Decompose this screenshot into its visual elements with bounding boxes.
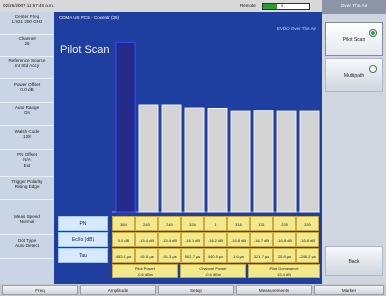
pn-cell: 131 — [250, 216, 273, 231]
pn-cell: 384 — [112, 216, 135, 231]
analyzer-screen: 02/26/2007 11:57:49 a.m. Remote 5 Center… — [0, 0, 386, 296]
pn-cell: 240 — [135, 216, 158, 231]
pilot-scan-button[interactable]: Pilot Scan — [325, 22, 383, 56]
tau-cell: -246.2 µs — [296, 248, 319, 263]
pn-cell: 330 — [296, 216, 319, 231]
softkey-freq[interactable]: Freq — [2, 285, 78, 295]
ecio-cell: 0.0 dB — [112, 232, 135, 247]
bar-pn-240 — [161, 104, 182, 213]
ecio-cell: -16.8 dB — [296, 232, 319, 247]
tau-cell: 321.7 µs — [250, 248, 273, 263]
pilot-scan-graph: CDMA US PCS - Coventr (25) EVDO Over The… — [54, 12, 322, 214]
row-label-ecio: Ec/Io (dB) — [58, 232, 108, 247]
bar-pn-1 — [207, 107, 228, 213]
bar-pn-326 — [184, 107, 205, 213]
param-reference-source[interactable]: Reference Source Int Std Accy — [0, 58, 54, 79]
pn-cell: 240 — [158, 216, 181, 231]
row-label-pn: PN — [58, 216, 108, 231]
ecio-cell: -15.4 dB — [158, 232, 181, 247]
channel-title: CDMA US PCS - Coventr (25) — [59, 15, 120, 20]
parameter-panel: Center Freq 1.931 250 GHz Channel 25 Ref… — [0, 12, 54, 284]
param-channel[interactable]: Channel 25 — [0, 36, 54, 57]
bar-pn-240 — [138, 104, 159, 213]
param-center-freq[interactable]: Center Freq 1.931 250 GHz — [0, 14, 54, 35]
softkey-measurements[interactable]: Measurements — [236, 285, 312, 295]
summary-pilot-power: Pilot Power -0.6 dBm — [112, 264, 178, 278]
pn-table: PN Ec/Io (dB) Tau 384 240 240 326 1 316 131 225… — [54, 214, 322, 284]
softkey-marker[interactable]: Marker — [314, 285, 384, 295]
param-walsh-code[interactable]: Walsh Code 128 — [0, 129, 54, 150]
tau-cell: -91.6 µs — [135, 248, 158, 263]
battery-value: 5 — [281, 3, 284, 8]
param-meas-speed[interactable]: Meas Speed Normal — [0, 214, 54, 235]
status-bar: 02/26/2007 11:57:49 a.m. Remote 5 — [0, 0, 322, 12]
bar-pn-384 — [115, 41, 136, 213]
ecio-cell: -16.1 dB — [181, 232, 204, 247]
tau-cell: 440.9 µs — [204, 248, 227, 263]
tau-cell: -91.3 µs — [158, 248, 181, 263]
tau-cell: 453.1 µs — [112, 248, 135, 263]
ecio-cell: -16.2 dB — [204, 232, 227, 247]
ecio-cell: -16.8 dB — [227, 232, 250, 247]
radio-selected-icon — [369, 29, 377, 37]
tau-cell: 25.8 µs — [273, 248, 296, 263]
pn-cell: 1 — [204, 216, 227, 231]
bar-pn-330 — [299, 110, 320, 213]
multipath-button[interactable]: Multipath — [325, 58, 383, 92]
bars-group — [115, 41, 320, 213]
param-dot-type[interactable]: Dot Type Auto Detect — [0, 238, 54, 259]
datetime-text: 02/26/2007 11:57:49 a.m. — [3, 3, 54, 8]
back-button[interactable]: Back — [325, 246, 383, 276]
softkey-setup[interactable]: Setup — [158, 285, 234, 295]
battery-fill — [263, 4, 277, 9]
radio-unselected-icon — [369, 65, 377, 73]
ecio-cell: -16.8 dB — [273, 232, 296, 247]
battery-indicator: 5 — [262, 3, 310, 10]
bar-pn-131 — [253, 110, 274, 213]
bar-pn-225 — [276, 110, 297, 213]
page-title: Pilot Scan — [60, 44, 110, 56]
softkey-amplitude[interactable]: Amplitude — [80, 285, 156, 295]
param-trigger-polarity[interactable]: Trigger Polarity Rising Edge — [0, 179, 54, 200]
remote-label: Remote — [240, 3, 256, 8]
tau-cell: 502.7 µs — [181, 248, 204, 263]
right-menu: Over The Air Pilot Scan Multipath Back — [322, 0, 386, 284]
param-power-offset[interactable]: Power Offset 0.0 dB — [0, 82, 54, 103]
bar-pn-316 — [230, 110, 251, 213]
ecio-cell: -15.4 dB — [135, 232, 158, 247]
param-auto-range[interactable]: Auto Range On — [0, 105, 54, 126]
row-label-tau: Tau — [58, 248, 108, 263]
summary-channel-power: Channel Power -0.6 dBm — [180, 264, 246, 278]
param-pn-offset[interactable]: PN Offset N/A Ext — [0, 152, 54, 177]
bar-chart — [112, 41, 320, 213]
pn-cell: 225 — [273, 216, 296, 231]
menu-title: Over The Air — [322, 0, 386, 14]
tau-cell: 1.6 µs — [227, 248, 250, 263]
pn-cell: 326 — [181, 216, 204, 231]
pn-cell: 316 — [227, 216, 250, 231]
ecio-cell: -16.7 dB — [250, 232, 273, 247]
softkey-bar: Freq Amplitude Setup Measurements Marker — [0, 284, 386, 296]
summary-pilot-dominance: Pilot Dominance 15.4 dB — [248, 264, 320, 278]
